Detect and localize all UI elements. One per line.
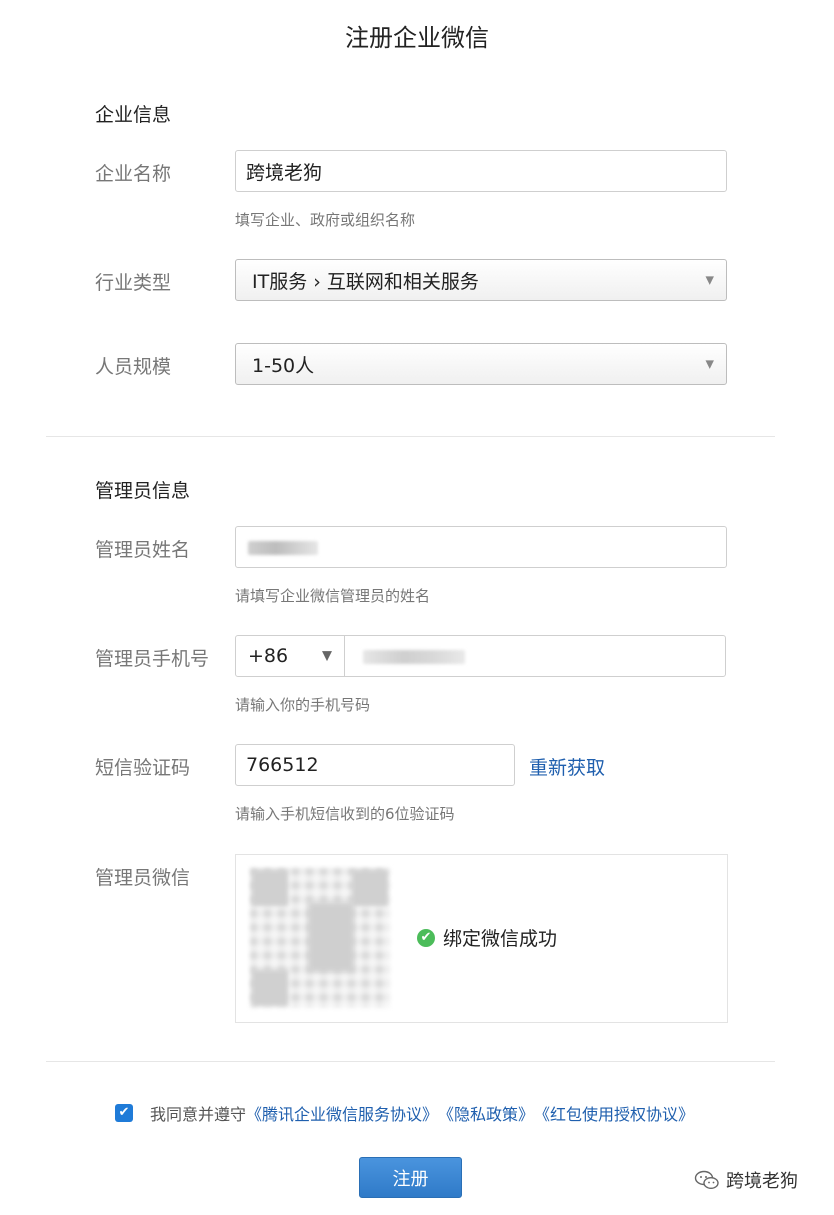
admin-name-hint: 请填写企业微信管理员的姓名 — [235, 587, 431, 605]
register-button[interactable]: 注册 — [359, 1157, 462, 1198]
industry-label: 行业类型 — [95, 272, 172, 294]
sms-code-input[interactable] — [235, 744, 515, 786]
bind-success-status: ✔ 绑定微信成功 — [417, 924, 557, 951]
company-size-select-value: 1-50人 — [252, 354, 315, 377]
sms-code-hint: 请输入手机短信收到的6位验证码 — [235, 805, 455, 823]
agreement-checkbox[interactable]: ✔ — [115, 1104, 133, 1122]
company-name-label: 企业名称 — [95, 163, 172, 185]
agreement-prefix: 我同意并遵守 — [150, 1105, 247, 1124]
watermark-text: 跨境老狗 — [726, 1171, 798, 1192]
company-size-label: 人员规模 — [95, 356, 172, 378]
section-divider — [46, 1061, 775, 1062]
admin-phone-hint: 请输入你的手机号码 — [235, 696, 371, 714]
red-packet-agreement-link[interactable]: 《红包使用授权协议》 — [534, 1101, 694, 1125]
qr-center-mark — [308, 902, 354, 972]
admin-name-input[interactable] — [235, 526, 727, 568]
admin-phone-label: 管理员手机号 — [95, 648, 210, 670]
privacy-policy-link[interactable]: 《隐私政策》 — [438, 1101, 534, 1125]
watermark: 跨境老狗 — [694, 1167, 798, 1193]
company-name-input[interactable] — [235, 150, 727, 192]
country-code-select[interactable]: +86 ▼ — [235, 635, 345, 677]
company-name-hint: 填写企业、政府或组织名称 — [235, 211, 416, 229]
admin-wechat-label: 管理员微信 — [95, 867, 191, 889]
admin-section-title: 管理员信息 — [95, 480, 191, 502]
success-check-icon: ✔ — [417, 928, 435, 947]
company-section-title: 企业信息 — [95, 104, 172, 126]
resend-code-link[interactable]: 重新获取 — [529, 753, 605, 780]
admin-phone-input[interactable] — [344, 635, 726, 677]
redacted-name — [248, 541, 318, 555]
caret-down-icon: ▼ — [322, 648, 332, 664]
qr-finder-top-left — [252, 870, 288, 906]
service-agreement-link[interactable]: 《腾讯企业微信服务协议》 — [246, 1101, 438, 1125]
redacted-phone — [363, 650, 465, 664]
caret-down-icon: ▼ — [705, 273, 714, 287]
qr-finder-top-right — [352, 870, 388, 906]
bind-success-text: 绑定微信成功 — [443, 928, 558, 950]
country-code-value: +86 — [248, 645, 289, 667]
section-divider — [46, 436, 775, 437]
company-size-select[interactable]: 1-50人 ▼ — [235, 343, 727, 385]
industry-select[interactable]: IT服务 › 互联网和相关服务 ▼ — [235, 259, 727, 301]
qr-finder-bottom-left — [252, 970, 288, 1006]
sms-code-label: 短信验证码 — [95, 757, 191, 779]
industry-select-value: IT服务 › 互联网和相关服务 — [252, 270, 479, 293]
caret-down-icon: ▼ — [705, 357, 714, 371]
admin-name-label: 管理员姓名 — [95, 539, 191, 561]
wechat-logo-icon — [694, 1170, 719, 1190]
agreement-row: ✔ 我同意并遵守 《腾讯企业微信服务协议》 《隐私政策》 《红包使用授权协议》 — [115, 1101, 694, 1125]
page-title: 注册企业微信 — [345, 24, 489, 52]
